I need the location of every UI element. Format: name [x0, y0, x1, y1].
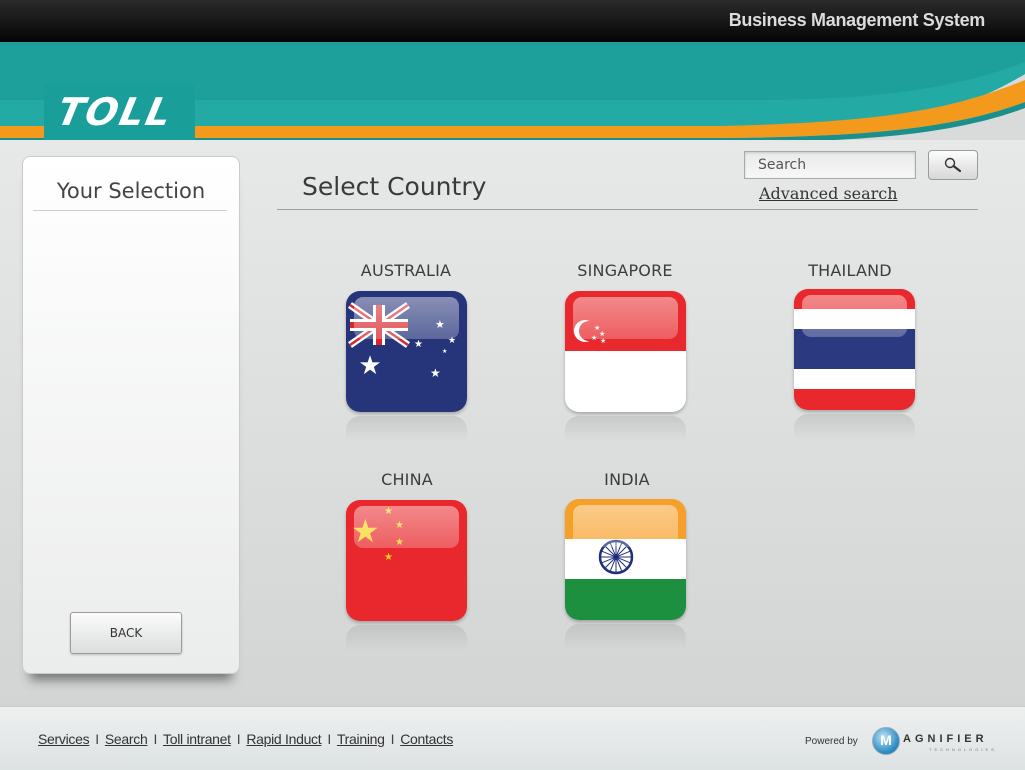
- magnifier-logo-icon[interactable]: M: [872, 727, 900, 755]
- country-india[interactable]: INDIA: [547, 470, 707, 489]
- selection-panel-title: Your Selection: [56, 179, 206, 203]
- india-flag-icon: [565, 499, 686, 620]
- toll-logo[interactable]: TOLL: [44, 84, 195, 143]
- svg-text:★: ★: [430, 366, 441, 380]
- flag-reflection: [346, 625, 467, 651]
- china-flag-button[interactable]: ★ ★ ★ ★ ★: [346, 500, 467, 621]
- singapore-flag-icon: ★ ★ ★ ★: [565, 291, 686, 412]
- singapore-flag-button[interactable]: ★ ★ ★ ★: [565, 291, 686, 412]
- logo-text: TOLL: [53, 90, 178, 134]
- india-flag-button[interactable]: [565, 499, 686, 620]
- divider: [33, 210, 227, 211]
- thailand-flag-button[interactable]: [794, 289, 915, 410]
- australia-flag-icon: ★ ★ ★ ★ ★ ★: [346, 291, 467, 412]
- thailand-flag-icon: [794, 289, 915, 410]
- country-label: SINGAPORE: [577, 261, 673, 280]
- svg-text:★: ★: [395, 520, 404, 531]
- china-flag-icon: ★ ★ ★ ★ ★: [346, 500, 467, 621]
- svg-text:★: ★: [448, 336, 456, 346]
- svg-text:★: ★: [591, 334, 597, 342]
- footer-link-search[interactable]: Search: [105, 731, 148, 747]
- svg-text:★: ★: [358, 351, 381, 381]
- system-title: Business Management System: [728, 10, 986, 30]
- page-title: Select Country: [302, 172, 487, 201]
- divider: [277, 209, 978, 210]
- search-button[interactable]: [928, 150, 978, 180]
- svg-text:★: ★: [384, 506, 393, 517]
- vendor-name: AGNIFIER: [903, 733, 988, 745]
- country-label: CHINA: [381, 470, 433, 489]
- flag-reflection: [565, 624, 686, 650]
- country-china[interactable]: CHINA: [327, 470, 487, 489]
- svg-text:★: ★: [384, 552, 393, 563]
- svg-text:★: ★: [442, 348, 447, 355]
- svg-text:★: ★: [395, 537, 404, 548]
- link-separator: I: [236, 731, 241, 747]
- link-separator: I: [153, 731, 158, 747]
- footer: Services I Search I Toll intranet I Rapid Indu…: [0, 706, 1025, 770]
- link-separator: I: [390, 731, 395, 747]
- flag-reflection: [346, 416, 467, 442]
- link-separator: I: [95, 731, 99, 747]
- link-separator: I: [327, 731, 331, 747]
- footer-links: Services I Search I Toll intranet I Rapid Indu…: [38, 731, 453, 747]
- top-bar: Business Management System: [0, 0, 1025, 42]
- flag-reflection: [794, 414, 915, 440]
- country-label: THAILAND: [808, 261, 892, 280]
- powered-by-label: Powered by: [805, 736, 858, 747]
- country-label: INDIA: [604, 470, 650, 489]
- svg-text:★: ★: [414, 339, 423, 350]
- vendor-tagline: TECHNOLOGIES: [929, 747, 997, 752]
- selection-panel: Your Selection BACK: [22, 156, 240, 674]
- footer-link-toll-intranet[interactable]: Toll intranet: [163, 731, 231, 747]
- country-label: AUSTRALIA: [360, 261, 452, 280]
- search-input[interactable]: Search: [744, 151, 916, 179]
- footer-link-services[interactable]: Services: [38, 731, 90, 747]
- svg-text:★: ★: [435, 318, 445, 331]
- header-banner: TOLL: [0, 42, 1025, 152]
- footer-link-contacts[interactable]: Contacts: [400, 731, 453, 747]
- vendor-mark: M: [880, 732, 892, 748]
- footer-link-rapid-induct[interactable]: Rapid Induct: [246, 731, 321, 747]
- search-icon: [944, 157, 962, 173]
- country-thailand[interactable]: THAILAND: [770, 261, 930, 280]
- svg-text:★: ★: [351, 512, 380, 550]
- flag-reflection: [565, 416, 686, 442]
- australia-flag-button[interactable]: ★ ★ ★ ★ ★ ★: [346, 291, 467, 412]
- advanced-search-link[interactable]: Advanced search: [759, 184, 898, 203]
- back-button[interactable]: BACK: [70, 612, 182, 654]
- svg-text:★: ★: [600, 337, 606, 345]
- country-australia[interactable]: AUSTRALIA: [326, 261, 486, 280]
- country-singapore[interactable]: SINGAPORE: [545, 261, 705, 280]
- footer-link-training[interactable]: Training: [337, 731, 385, 747]
